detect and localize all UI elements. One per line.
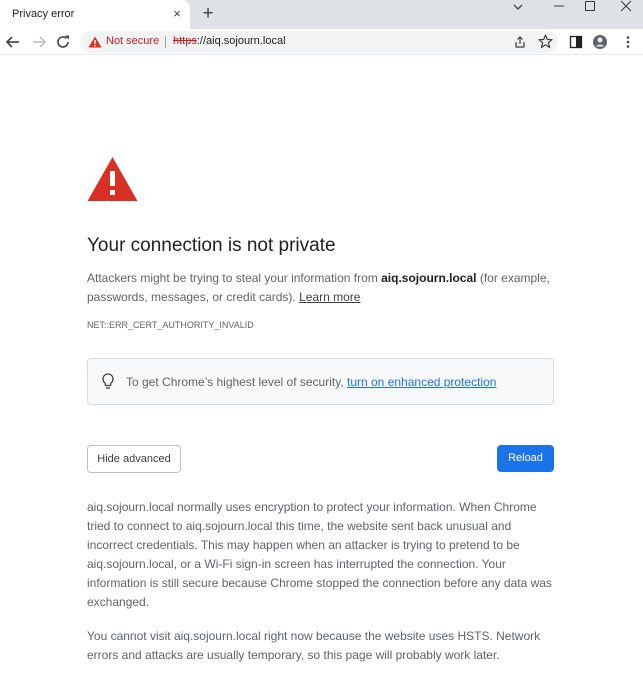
side-panel-icon[interactable] bbox=[568, 33, 584, 51]
tab-strip: Privacy error × + bbox=[0, 0, 643, 29]
enhanced-protection-text: To get Chrome’s highest level of securit… bbox=[126, 375, 496, 389]
advanced-details: aiq.sojourn.local normally uses encrypti… bbox=[87, 498, 554, 680]
omnibox-separator bbox=[165, 36, 166, 48]
enhanced-protection-link[interactable]: turn on enhanced protection bbox=[347, 375, 496, 389]
tab-privacy-error[interactable]: Privacy error × bbox=[0, 0, 190, 29]
bookmark-star-icon[interactable] bbox=[538, 34, 553, 49]
not-secure-warning-icon[interactable] bbox=[88, 36, 102, 48]
enhanced-protection-box: To get Chrome’s highest level of securit… bbox=[87, 358, 554, 405]
url-scheme: https bbox=[173, 35, 197, 47]
window-close-icon[interactable] bbox=[615, 0, 637, 14]
page-title: Your connection is not private bbox=[87, 235, 336, 256]
error-code: NET::ERR_CERT_AUTHORITY_INVALID bbox=[87, 320, 254, 330]
reload-icon[interactable] bbox=[53, 32, 73, 52]
profile-avatar-icon[interactable] bbox=[592, 33, 608, 51]
details-paragraph-2: You cannot visit aiq.sojourn.local right… bbox=[87, 629, 541, 662]
url-text[interactable]: https://aiq.sojourn.local bbox=[173, 35, 286, 47]
security-status-label[interactable]: Not secure bbox=[106, 35, 159, 47]
new-tab-icon[interactable]: + bbox=[197, 3, 219, 25]
tab-search-chevron-icon[interactable] bbox=[507, 1, 529, 15]
lightbulb-icon bbox=[102, 373, 114, 389]
hide-advanced-button[interactable]: Hide advanced bbox=[87, 445, 181, 473]
maximize-icon[interactable] bbox=[579, 0, 601, 14]
tab-title: Privacy error bbox=[12, 8, 75, 20]
back-arrow-icon[interactable] bbox=[3, 32, 23, 52]
learn-more-link[interactable]: Learn more bbox=[299, 290, 360, 304]
enhanced-prefix: To get Chrome’s highest level of securit… bbox=[126, 375, 347, 389]
share-icon[interactable] bbox=[513, 35, 527, 49]
explain-text-before: Attackers might be trying to steal your … bbox=[87, 271, 382, 285]
details-paragraph-1: aiq.sojourn.local normally uses encrypti… bbox=[87, 500, 552, 609]
minimize-icon[interactable] bbox=[548, 0, 570, 14]
forward-arrow-icon[interactable] bbox=[29, 32, 49, 52]
warning-triangle-icon bbox=[87, 157, 138, 201]
reload-button[interactable]: Reload bbox=[497, 445, 554, 472]
url-host: ://aiq.sojourn.local bbox=[196, 35, 286, 47]
kebab-menu-icon[interactable] bbox=[620, 33, 636, 51]
explain-host: aiq.sojourn.local bbox=[381, 271, 477, 285]
browser-toolbar: Not secure https://aiq.sojourn.local bbox=[0, 29, 643, 55]
address-bar[interactable]: Not secure https://aiq.sojourn.local bbox=[80, 31, 558, 53]
main-explanation: Attackers might be trying to steal your … bbox=[87, 269, 554, 307]
tab-close-icon[interactable]: × bbox=[169, 6, 185, 22]
